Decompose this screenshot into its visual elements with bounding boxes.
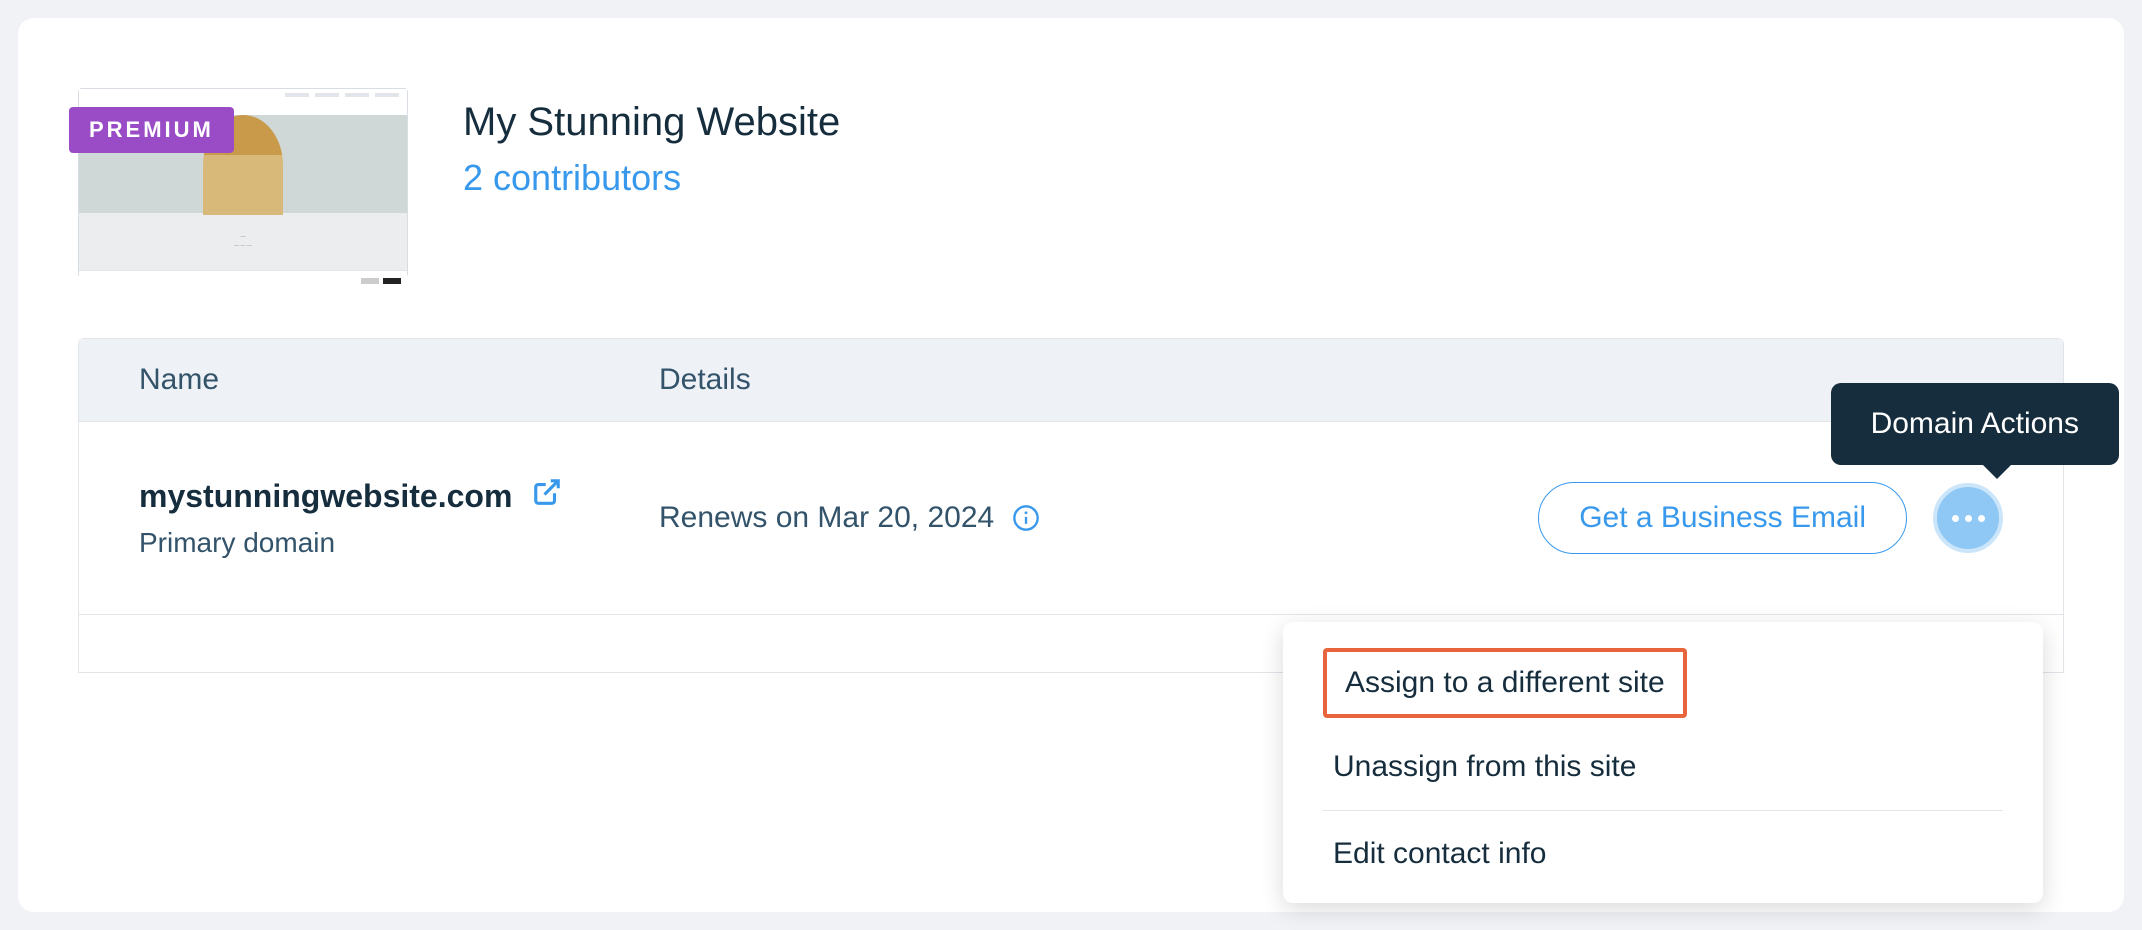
more-icon [1952, 515, 1985, 522]
renewal-text: Renews on Mar 20, 2024 [659, 501, 994, 535]
menu-divider [1323, 810, 2003, 811]
header-name: Name [139, 363, 659, 397]
contributors-link[interactable]: 2 contributors [463, 157, 681, 198]
site-card: —— — — PREMIUM My Stunning Website 2 con… [18, 18, 2124, 912]
actions-cell: Get a Business Email Domain Actions [1538, 482, 2003, 554]
thumb-footer [79, 270, 407, 293]
get-business-email-button[interactable]: Get a Business Email [1538, 482, 1907, 554]
site-thumbnail[interactable]: —— — — PREMIUM [78, 88, 408, 278]
external-link-icon[interactable] [532, 477, 562, 515]
domain-name-line: mystunningwebsite.com [139, 477, 659, 515]
site-title: My Stunning Website [463, 100, 840, 145]
thumb-body: —— — — [79, 213, 407, 269]
header-details: Details [659, 363, 2003, 397]
menu-item-edit-contact[interactable]: Edit contact info [1323, 815, 2003, 893]
details-cell: Renews on Mar 20, 2024 [659, 501, 1538, 535]
domain-actions-menu: Assign to a different site Unassign from… [1283, 622, 2043, 903]
domain-actions-tooltip: Domain Actions [1831, 383, 2119, 465]
site-titles: My Stunning Website 2 contributors [463, 88, 840, 199]
menu-item-assign[interactable]: Assign to a different site [1345, 666, 1665, 700]
info-icon[interactable] [1012, 504, 1040, 532]
site-header: —— — — PREMIUM My Stunning Website 2 con… [78, 88, 2064, 278]
menu-item-unassign[interactable]: Unassign from this site [1323, 728, 2003, 806]
domain-cell: mystunningwebsite.com Primary domain [139, 477, 659, 559]
menu-item-assign-highlight: Assign to a different site [1323, 648, 1687, 718]
table-header: Name Details [79, 339, 2063, 422]
domain-row: mystunningwebsite.com Primary domain Ren… [79, 422, 2063, 615]
premium-badge: PREMIUM [69, 107, 234, 153]
domain-subtitle: Primary domain [139, 527, 659, 559]
domain-name: mystunningwebsite.com [139, 478, 512, 515]
domain-actions-button[interactable]: Domain Actions [1933, 483, 2003, 553]
domains-table: Name Details mystunningwebsite.com Prima… [78, 338, 2064, 673]
